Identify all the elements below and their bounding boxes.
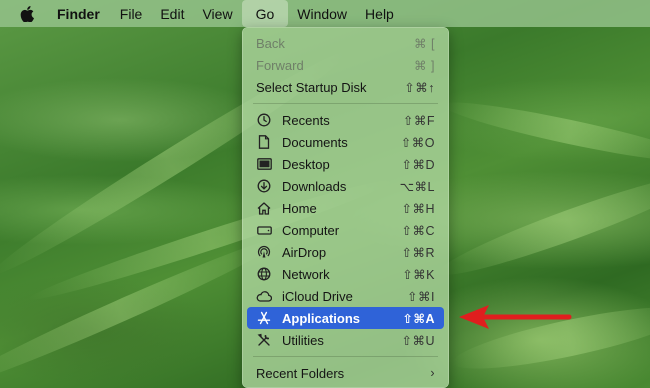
- menu-window[interactable]: Window: [288, 0, 356, 27]
- menu-file[interactable]: File: [111, 0, 152, 27]
- airdrop-icon: [256, 244, 272, 260]
- menu-item-label: Forward: [256, 57, 304, 73]
- go-menu-dropdown: Back ⌘ [ Forward ⌘ ] Select Startup Disk…: [242, 27, 449, 388]
- menu-item-forward[interactable]: Forward ⌘ ]: [247, 54, 444, 76]
- menu-item-airdrop[interactable]: AirDrop ⇧⌘R: [247, 241, 444, 263]
- apple-menu[interactable]: [0, 0, 48, 27]
- desktop-icon: [256, 156, 272, 172]
- menu-item-label: Downloads: [282, 178, 347, 194]
- menu-item-shortcut: ⌘ ]: [414, 58, 435, 73]
- menu-item-label: Home: [282, 200, 317, 216]
- grass-blade: [440, 93, 650, 171]
- document-icon: [256, 134, 272, 150]
- menu-help[interactable]: Help: [356, 0, 403, 27]
- menu-item-shortcut: ⇧⌘H: [401, 201, 435, 216]
- menu-separator: [253, 103, 438, 104]
- menu-item-label: Back: [256, 35, 285, 51]
- menu-item-label: Computer: [282, 222, 340, 238]
- menu-item-label: Utilities: [282, 332, 324, 348]
- red-arrow-annotation: [459, 305, 572, 329]
- menu-view[interactable]: View: [193, 0, 241, 27]
- menu-item-shortcut: ⇧⌘U: [401, 333, 435, 348]
- menu-item-downloads[interactable]: Downloads ⌥⌘L: [247, 175, 444, 197]
- menu-item-home[interactable]: Home ⇧⌘H: [247, 197, 444, 219]
- network-icon: [256, 266, 272, 282]
- menu-item-shortcut: ⇧⌘K: [402, 267, 435, 282]
- menu-item-shortcut: ⇧⌘F: [402, 113, 435, 128]
- clock-icon: [256, 112, 272, 128]
- menu-item-shortcut: ⌥⌘L: [399, 179, 435, 194]
- menu-item-label: Select Startup Disk: [256, 79, 367, 95]
- menu-item-label: Desktop: [282, 156, 330, 172]
- chevron-right-icon: ›: [430, 366, 435, 380]
- menu-item-recent-folders[interactable]: Recent Folders ›: [247, 362, 444, 384]
- menu-item-shortcut: ⇧⌘D: [401, 157, 435, 172]
- menu-item-shortcut: ⇧⌘A: [402, 311, 435, 326]
- computer-icon: [256, 222, 272, 238]
- menu-item-recents[interactable]: Recents ⇧⌘F: [247, 109, 444, 131]
- menu-item-shortcut: ⇧⌘↑: [404, 80, 435, 95]
- menu-item-applications[interactable]: Applications ⇧⌘A: [247, 307, 444, 329]
- grass-blade: [433, 163, 650, 287]
- menu-item-label: Recent Folders: [256, 365, 345, 381]
- menu-item-computer[interactable]: Computer ⇧⌘C: [247, 219, 444, 241]
- menu-item-shortcut: ⇧⌘I: [407, 289, 435, 304]
- menu-item-label: Recents: [282, 112, 330, 128]
- menu-item-utilities[interactable]: Utilities ⇧⌘U: [247, 329, 444, 351]
- menu-item-label: AirDrop: [282, 244, 327, 260]
- utilities-icon: [256, 332, 272, 348]
- applications-icon: [256, 310, 272, 326]
- home-icon: [256, 200, 272, 216]
- menu-go[interactable]: Go: [241, 0, 289, 27]
- download-icon: [256, 178, 272, 194]
- menu-item-label: Applications: [282, 310, 361, 326]
- menu-item-desktop[interactable]: Desktop ⇧⌘D: [247, 153, 444, 175]
- menu-item-shortcut: ⇧⌘O: [400, 135, 435, 150]
- menu-item-select-startup-disk[interactable]: Select Startup Disk ⇧⌘↑: [247, 76, 444, 98]
- menu-finder[interactable]: Finder: [48, 0, 111, 27]
- apple-logo-icon: [20, 5, 34, 22]
- menu-item-icloud-drive[interactable]: iCloud Drive ⇧⌘I: [247, 285, 444, 307]
- menu-item-label: Network: [282, 266, 330, 282]
- menu-item-shortcut: ⇧⌘R: [401, 245, 435, 260]
- menu-separator: [253, 356, 438, 357]
- menu-item-label: iCloud Drive: [282, 288, 353, 304]
- menu-item-label: Documents: [282, 134, 348, 150]
- menu-item-network[interactable]: Network ⇧⌘K: [247, 263, 444, 285]
- cloud-icon: [256, 288, 272, 304]
- menu-edit[interactable]: Edit: [151, 0, 193, 27]
- menu-item-documents[interactable]: Documents ⇧⌘O: [247, 131, 444, 153]
- menu-item-back[interactable]: Back ⌘ [: [247, 32, 444, 54]
- menu-item-shortcut: ⇧⌘C: [401, 223, 435, 238]
- menu-item-shortcut: ⌘ [: [414, 36, 435, 51]
- menu-bar: Finder File Edit View Go Window Help: [0, 0, 650, 27]
